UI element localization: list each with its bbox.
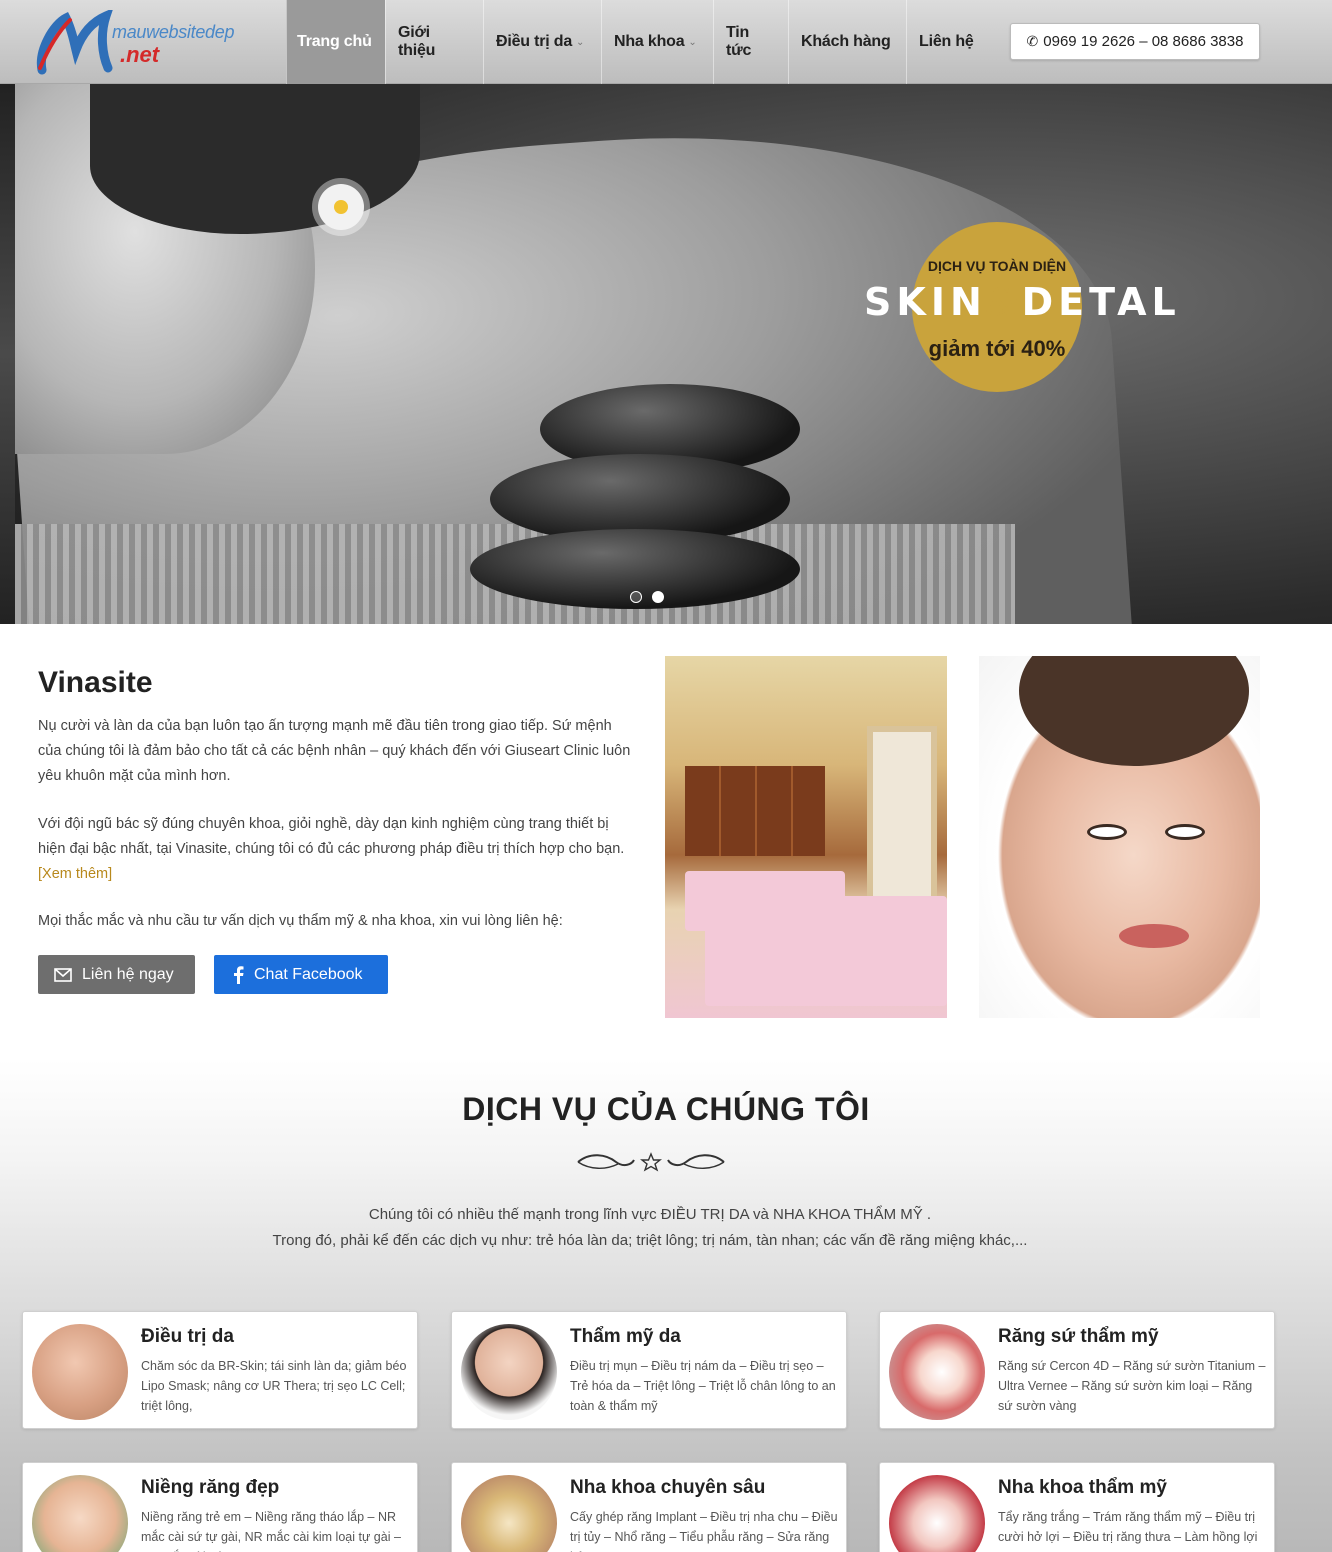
service-card[interactable]: Niềng răng đẹp Niềng răng trẻ em – Niềng… (22, 1462, 418, 1552)
services-title: DỊCH VỤ CỦA CHÚNG TÔI (462, 1091, 870, 1127)
service-card[interactable]: Răng sứ thẩm mỹ Răng sứ Cercon 4D – Răng… (879, 1311, 1275, 1429)
nav-item-home[interactable]: Trang chủ (286, 0, 385, 84)
service-card-title[interactable]: Niềng răng đẹp (141, 1477, 279, 1499)
chevron-down-icon: ⌄ (688, 36, 697, 48)
intro-title: Vinasite (38, 666, 153, 699)
service-thumbnail (461, 1475, 557, 1552)
nav-label: Điều trị da (496, 33, 573, 50)
service-card[interactable]: Nha khoa thẩm mỹ Tẩy răng trắng – Trám r… (879, 1462, 1275, 1552)
slider-dot-2[interactable] (652, 591, 664, 603)
services-description-1: Chúng tôi có nhiều thế mạnh trong lĩnh v… (368, 1206, 932, 1223)
service-card-description: Điều trị mụn – Điều trị nám da – Điều tr… (570, 1359, 836, 1413)
nav-label: Giới thiệu (398, 24, 436, 59)
service-card[interactable]: Nha khoa chuyên sâu Cấy ghép răng Implan… (451, 1462, 847, 1552)
intro-paragraph-3: Mọi thắc mắc và nhu cầu tư vấn dịch vụ t… (38, 913, 563, 929)
ornament-divider-icon (577, 1152, 725, 1172)
nav-item-news[interactable]: Tin tức (713, 0, 788, 84)
photo-hair (1019, 656, 1249, 766)
photo-shelf (685, 766, 825, 856)
badge-skin-detal: SKIN&DETAL (864, 280, 1181, 324)
nav-label: Khách hàng (801, 33, 891, 50)
logo[interactable]: mauwebsitedep .net (36, 10, 266, 76)
service-card-description: Răng sứ Cercon 4D – Răng sứ sườn Titaniu… (998, 1359, 1266, 1413)
contact-now-label: Liên hệ ngay (82, 965, 174, 983)
service-card-description: Niềng răng trẻ em – Niềng răng tháo lắp … (141, 1510, 401, 1552)
photo-eye (1165, 824, 1205, 840)
intro-paragraph-1: Nụ cười và làn da của bạn luôn tạo ấn tư… (38, 718, 631, 784)
nav-item-customers[interactable]: Khách hàng (788, 0, 906, 84)
chat-facebook-label: Chat Facebook (254, 965, 363, 983)
phone-icon: ✆ (1026, 33, 1039, 49)
nav-label: Tin tức (726, 24, 752, 59)
service-card-title[interactable]: Răng sứ thẩm mỹ (998, 1326, 1159, 1348)
service-card-title[interactable]: Thẩm mỹ da (570, 1326, 681, 1348)
nav-item-skin-treatment[interactable]: Điều trị da ⌄ (483, 0, 601, 84)
facebook-icon (232, 965, 244, 984)
main-nav: Trang chủ Giới thiệu Điều trị da ⌄ Nha k… (286, 0, 990, 84)
badge-ampersand: & (984, 280, 1024, 324)
woman-face-photo (979, 656, 1260, 1018)
service-card-description: Tẩy răng trắng – Trám răng thẩm mỹ – Điề… (998, 1510, 1258, 1544)
nav-item-dentistry[interactable]: Nha khoa ⌄ (601, 0, 713, 84)
slider-dot-1[interactable] (630, 591, 642, 603)
phone-button[interactable]: ✆ 0969 19 2626 – 08 8686 3838 (1010, 23, 1260, 60)
service-card-title[interactable]: Nha khoa thẩm mỹ (998, 1477, 1167, 1499)
badge-discount: giảm tới 40% (928, 336, 1066, 361)
chat-facebook-button[interactable]: Chat Facebook (214, 955, 388, 994)
nav-item-contact[interactable]: Liên hệ (906, 0, 990, 84)
badge-detal-word: DETAL (1021, 280, 1181, 324)
service-card-description: Cấy ghép răng Implant – Điều trị nha chu… (570, 1510, 838, 1552)
hero-slider[interactable]: DỊCH VỤ TOÀN DIỆN giảm tới 40% SKIN&DETA… (0, 84, 1332, 624)
service-thumbnail (32, 1475, 128, 1552)
nav-label: Nha khoa (614, 33, 685, 50)
logo-mark-icon (36, 10, 113, 75)
service-card[interactable]: Thẩm mỹ da Điều trị mụn – Điều trị nám d… (451, 1311, 847, 1429)
site-header: mauwebsitedep .net Trang chủ Giới thiệu … (0, 0, 1332, 84)
service-thumbnail (461, 1324, 557, 1420)
slider-dots (630, 591, 664, 603)
service-card-title[interactable]: Điều trị da (141, 1326, 234, 1348)
flower-icon (318, 184, 364, 230)
services-description-2: Trong đó, phải kể đến các dịch vụ như: t… (272, 1232, 1028, 1249)
logo-tld-text: .net (120, 42, 160, 67)
service-thumbnail (889, 1324, 985, 1420)
photo-bed (705, 896, 947, 1006)
photo-eye (1087, 824, 1127, 840)
service-card-description: Chăm sóc da BR-Skin; tái sinh làn da; gi… (141, 1359, 407, 1413)
read-more-link[interactable]: [Xem thêm] (38, 866, 112, 882)
service-thumbnail (32, 1324, 128, 1420)
badge-headline: DỊCH VỤ TOÀN DIỆN (927, 258, 1067, 274)
clinic-room-photo (665, 656, 947, 1018)
nav-label: Trang chủ (297, 33, 372, 50)
contact-now-button[interactable]: Liên hệ ngay (38, 955, 195, 994)
nav-item-about[interactable]: Giới thiệu (385, 0, 483, 84)
photo-lips (1119, 924, 1189, 948)
nav-label: Liên hệ (919, 33, 974, 50)
chevron-down-icon: ⌄ (576, 36, 585, 48)
service-card-title[interactable]: Nha khoa chuyên sâu (570, 1477, 765, 1499)
intro-paragraph-2-text: Với đội ngũ bác sỹ đúng chuyên khoa, giỏ… (38, 816, 625, 857)
service-thumbnail (889, 1475, 985, 1552)
service-card[interactable]: Điều trị da Chăm sóc da BR-Skin; tái sin… (22, 1311, 418, 1429)
hero-edge (0, 84, 15, 624)
badge-skin-word: SKIN (864, 280, 987, 324)
logo-site-text: mauwebsitedep (112, 22, 235, 42)
mail-icon (54, 967, 72, 982)
intro-paragraph-2: Với đội ngũ bác sỹ đúng chuyên khoa, giỏ… (38, 812, 636, 887)
phone-number: 0969 19 2626 – 08 8686 3838 (1043, 33, 1244, 50)
